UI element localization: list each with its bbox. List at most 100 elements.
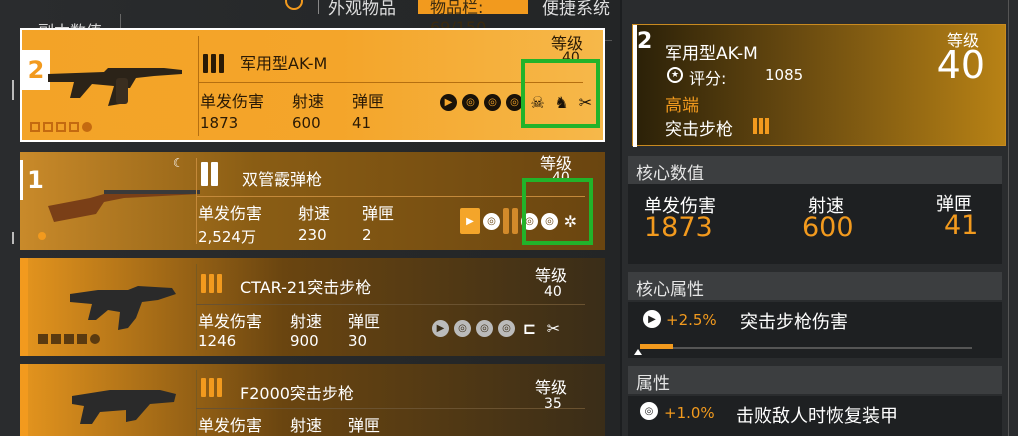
slot-icon [503, 208, 509, 234]
core-attribute-desc: 突击步枪伤害 [740, 312, 848, 333]
search-icon[interactable] [285, 0, 303, 10]
attribute-bar-track [640, 347, 972, 349]
slot-icon [512, 208, 518, 234]
divider [1008, 0, 1009, 436]
attribute-bar-marker [634, 349, 642, 355]
core-stats-header: 核心数值 [628, 156, 1002, 184]
quality-dots [38, 334, 100, 344]
stat-rpm-label: 射速 [298, 204, 331, 223]
divider [196, 264, 197, 350]
weapon-card-f2000[interactable]: F2000突击步枪 等级 35 单发伤害 射速 弹匣 [20, 364, 605, 436]
weapon-class-icon [201, 378, 222, 397]
weapon-card-double-barrel-shotgun[interactable]: 1 ☾ 双管霰弹枪 等级 40 单发伤害 射速 弹匣 2,524万 230 2 … [20, 152, 605, 250]
quality-dots [38, 232, 46, 240]
stat-rpm-label: 射速 [290, 312, 323, 331]
assault-rifle-icon: ▶ [432, 320, 449, 337]
attribute-bar-fill [640, 344, 673, 349]
tab-inventory[interactable]: 物品栏: 69/150 [418, 0, 528, 37]
core-mag-value: 41 [944, 210, 979, 241]
level-value: 40 [544, 284, 562, 300]
item-name: 双管霰弹枪 [242, 170, 323, 189]
assault-rifle-image [72, 390, 176, 424]
section-title: 核心属性 [636, 280, 704, 300]
assault-rifle-image [48, 68, 182, 106]
stat-rpm-value: 600 [292, 114, 321, 132]
mod-slots: ▶ ◎ ◎ ◎ ⊏ ✂ [432, 319, 563, 338]
attachment-icon: ◎ [476, 320, 493, 337]
item-name: F2000突击步枪 [240, 384, 354, 403]
shotgun-image [48, 190, 200, 222]
assault-rifle-image [70, 286, 176, 330]
attachment-icon: ◎ [454, 320, 471, 337]
section-title: 核心数值 [636, 164, 704, 184]
stat-mag-label: 弹匣 [348, 416, 381, 435]
attribute-value: +1.0% [664, 404, 715, 422]
divider [196, 370, 197, 436]
stat-damage-value: 1873 [200, 114, 239, 132]
stat-rpm-label: 射速 [292, 92, 325, 111]
stat-rpm-value: 900 [290, 332, 319, 350]
rarity-label: 高端 [665, 96, 699, 116]
score-icon: ★ [667, 67, 683, 83]
core-damage-value: 1873 [644, 212, 713, 243]
core-attribute-value: +2.5% [666, 311, 717, 329]
item-name: 军用型AK-M [240, 54, 328, 73]
level-value: 40 [936, 43, 985, 87]
scroll-tick [12, 232, 14, 244]
divider [196, 408, 585, 409]
stat-damage-value: 1246 [198, 332, 237, 350]
mod-highlight-box [522, 178, 593, 245]
tab-quick-system[interactable]: 便捷系统 [542, 0, 610, 19]
assault-rifle-icon: ▶ [643, 310, 661, 328]
assault-rifle-icon: ▶ [460, 208, 480, 234]
rarity-strip [20, 364, 28, 436]
divider [196, 158, 197, 244]
weapon-type: 突击步枪 [665, 120, 733, 140]
rifle-mod-icon: ✂ [546, 319, 561, 338]
stat-damage-label: 单发伤害 [198, 312, 263, 331]
attribute-desc: 击败敌人时恢复装甲 [736, 406, 898, 427]
scroll-tick [12, 80, 14, 100]
section-title: 属性 [636, 374, 670, 394]
tab-appearance[interactable]: 外观物品 [328, 0, 396, 19]
quality-dots [30, 122, 92, 132]
stat-damage-label: 单发伤害 [198, 416, 263, 435]
weapon-class-icon [203, 54, 224, 73]
weapon-class-icon [201, 162, 218, 186]
weapon-card-ctar-21[interactable]: CTAR-21突击步枪 等级 40 单发伤害 射速 弹匣 1246 900 30… [20, 258, 605, 356]
detail-header: 2 军用型AK-M ★ 评分: 1085 高端 突击步枪 等级 40 [632, 24, 1006, 147]
divider [198, 36, 199, 136]
level-value: 35 [544, 396, 562, 412]
score-value: 1085 [765, 66, 804, 84]
tier-badge: 2 [637, 29, 653, 54]
stat-rpm-label: 射速 [290, 416, 323, 435]
stat-mag-value: 30 [348, 332, 368, 350]
favorite-icon: ☾ [173, 156, 184, 170]
attachment-icon: ◎ [484, 94, 501, 111]
attachment-icon: ◎ [462, 94, 479, 111]
level-label: 等级 [535, 266, 568, 285]
detail-item-name: 军用型AK-M [665, 44, 758, 64]
magazine-icon: ⊏ [522, 319, 537, 338]
weapon-class-icon [201, 274, 222, 293]
stat-rpm-value: 230 [298, 226, 327, 244]
divider [196, 304, 585, 305]
core-stats-box: 单发伤害 射速 弹匣 1873 600 41 [628, 184, 1002, 264]
stat-damage-value: 2,524万 [198, 228, 256, 246]
attribute-header: 属性 [628, 366, 1002, 394]
stat-mag-label: 弹匣 [362, 204, 395, 223]
attachment-icon: ◎ [640, 402, 658, 420]
score-label: 评分: [689, 69, 727, 88]
stat-mag-value: 41 [352, 114, 372, 132]
assault-rifle-icon: ▶ [440, 94, 457, 111]
weapon-card-ak-m[interactable]: 2 军用型AK-M 等级 40 单发伤害 射速 弹匣 1873 600 41 ▶… [20, 28, 605, 142]
stat-mag-value: 2 [362, 226, 372, 244]
level-label: 等级 [535, 378, 568, 397]
mod-highlight-box [521, 59, 600, 128]
weapon-class-icon [753, 118, 769, 134]
stat-damage-label: 单发伤害 [198, 204, 263, 223]
core-rpm-value: 600 [802, 212, 854, 243]
attachment-icon: ◎ [483, 212, 500, 230]
core-attribute-header: 核心属性 [628, 272, 1002, 300]
stat-damage-label: 单发伤害 [200, 92, 265, 111]
